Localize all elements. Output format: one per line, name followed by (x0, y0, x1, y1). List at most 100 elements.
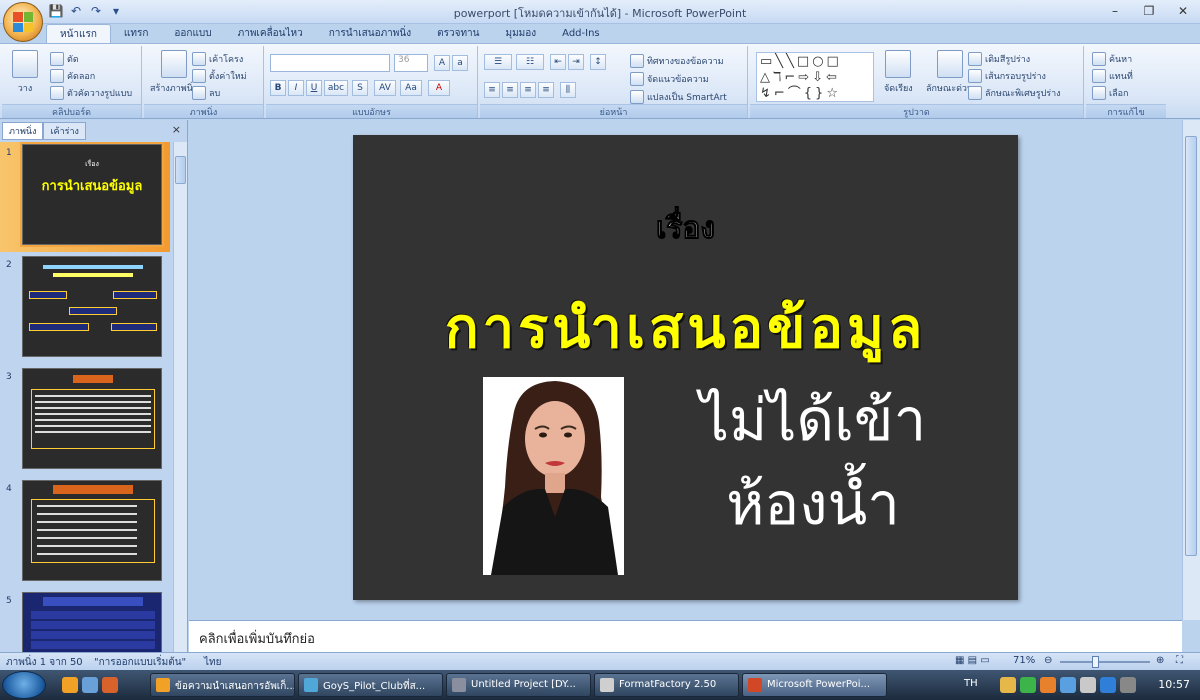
task-firefox[interactable]: ข้อความนำเสนอการอัพเก็... (150, 673, 295, 697)
task-gsp[interactable]: GoyS_Pilot_Clubที่ส... (298, 673, 443, 697)
zoom-in-icon[interactable]: ⊕ (1156, 655, 1164, 666)
tray-icon[interactable] (1120, 677, 1136, 693)
smartart-button[interactable]: แปลงเป็น SmartArt (630, 90, 727, 104)
tab-slideshow[interactable]: การนำเสนอภาพนิ่ง (316, 24, 424, 44)
tab-insert[interactable]: แทรก (111, 24, 161, 44)
increase-indent-icon[interactable]: ⇥ (568, 54, 584, 70)
underline-icon[interactable]: U (306, 80, 322, 96)
tab-addins[interactable]: Add-Ins (549, 24, 612, 44)
user-icon[interactable] (82, 677, 98, 693)
copy-button[interactable]: คัดลอก (50, 69, 95, 83)
tab-animations[interactable]: ภาพเคลื่อนไหว (225, 24, 316, 44)
align-text-button[interactable]: จัดแนวข้อความ (630, 72, 709, 86)
grow-font-icon[interactable]: A (434, 55, 450, 71)
tab-view[interactable]: มุมมอง (493, 24, 550, 44)
align-right-icon[interactable]: ≡ (520, 82, 536, 98)
slide-subtitle[interactable]: เรื่อง (353, 205, 1018, 252)
tab-design[interactable]: ออกแบบ (161, 24, 224, 44)
layout-button[interactable]: เค้าโครง (192, 52, 243, 66)
normal-view-icon[interactable]: ▦ ▤ ▭ (955, 655, 990, 666)
thumbnail-row[interactable]: 2 (0, 254, 170, 364)
shape-fill-button[interactable]: เติมสีรูปร่าง (968, 52, 1030, 66)
format-painter-button[interactable]: ตัวคัดวางรูปแบบ (50, 86, 132, 100)
slide-scrollbar[interactable] (1182, 120, 1200, 620)
current-slide[interactable]: เรื่อง การนำเสนอข้อมูล ไม่ได้เข้า ห้องน้… (353, 135, 1018, 600)
arrange-button[interactable]: จัดเรียง (884, 50, 913, 95)
font-family-combo[interactable] (270, 54, 390, 72)
volume-icon[interactable] (1080, 677, 1096, 693)
tray-icon[interactable] (1020, 677, 1036, 693)
language-indicator[interactable]: TH (964, 678, 978, 689)
tab-review[interactable]: ตรวจทาน (424, 24, 492, 44)
task-powerpoint[interactable]: Microsoft PowerPoi... (742, 673, 887, 697)
slide-thumbnail[interactable] (22, 592, 162, 652)
shrink-font-icon[interactable]: a (452, 55, 468, 71)
tab-outline[interactable]: เค้าร่าง (43, 122, 86, 140)
thumbnail-row[interactable]: 5 (0, 590, 170, 652)
task-formatfactory[interactable]: FormatFactory 2.50 (594, 673, 739, 697)
close-pane-icon[interactable]: × (172, 123, 181, 136)
font-size-combo[interactable]: 36 (394, 54, 428, 72)
columns-icon[interactable]: ⫼ (560, 82, 576, 98)
notes-pane[interactable]: คลิกเพื่อเพิ่มบันทึกย่อ (189, 620, 1182, 652)
overlay-line-1[interactable]: ไม่ได้เข้า (653, 383, 973, 457)
cut-button[interactable]: ตัด (50, 52, 79, 66)
office-button[interactable] (3, 2, 43, 42)
replace-button[interactable]: แทนที่ (1092, 69, 1133, 83)
thumbnail-row[interactable]: 4 (0, 478, 170, 588)
text-direction-button[interactable]: ทิศทางของข้อความ (630, 54, 724, 68)
italic-icon[interactable]: I (288, 80, 304, 96)
overlay-line-2[interactable]: ห้องน้ำ (653, 467, 973, 541)
start-button[interactable] (2, 671, 46, 699)
shape-outline-button[interactable]: เส้นกรอบรูปร่าง (968, 69, 1046, 83)
clock[interactable]: 10:57 (1158, 678, 1190, 691)
reset-button[interactable]: ตั้งค่าใหม่ (192, 69, 247, 83)
line-spacing-icon[interactable]: ↕ (590, 54, 606, 70)
zoom-slider-handle[interactable] (1092, 656, 1099, 668)
delete-slide-button[interactable]: ลบ (192, 86, 220, 100)
fit-window-icon[interactable]: ⛶ (1176, 655, 1183, 666)
minimize-button[interactable]: – (1104, 2, 1126, 20)
align-left-icon[interactable]: ≡ (484, 82, 500, 98)
spacing-icon[interactable]: AV (374, 80, 396, 96)
find-button[interactable]: ค้นหา (1092, 52, 1132, 66)
zoom-out-icon[interactable]: ⊖ (1044, 655, 1052, 666)
thumbnail-row[interactable]: 3 (0, 366, 170, 476)
quick-styles-button[interactable]: ลักษณะด่วน (926, 50, 973, 95)
tray-icon[interactable] (1040, 677, 1056, 693)
shadow-icon[interactable]: S (352, 80, 368, 96)
strikethrough-icon[interactable]: abc (324, 80, 348, 96)
tab-home[interactable]: หน้าแรก (46, 24, 111, 44)
new-slide-button[interactable]: สร้างภาพนิ่ง (150, 50, 197, 95)
select-button[interactable]: เลือก (1092, 86, 1128, 100)
maximize-button[interactable]: ❐ (1138, 2, 1160, 20)
numbering-icon[interactable]: ☷ (516, 54, 544, 70)
slide-thumbnail[interactable] (22, 480, 162, 581)
align-center-icon[interactable]: ≡ (502, 82, 518, 98)
bold-icon[interactable]: B (270, 80, 286, 96)
slide-thumbnail[interactable] (22, 368, 162, 469)
font-color-icon[interactable]: A (428, 80, 450, 96)
task-project[interactable]: Untitled Project [DY... (446, 673, 591, 697)
language-indicator[interactable]: ไทย (204, 655, 221, 670)
theme-name[interactable]: "การออกแบบเริ่มต้น" (94, 655, 186, 670)
slide-thumbnail[interactable] (22, 256, 162, 357)
decrease-indent-icon[interactable]: ⇤ (550, 54, 566, 70)
app-icon[interactable] (102, 677, 118, 693)
shapes-gallery[interactable]: ▭╲╲□○□ △ℸ⌐⇨⇩⇦ ↯⌐⌒{}☆ (756, 52, 874, 102)
tab-slides[interactable]: ภาพนิ่ง (2, 122, 44, 140)
change-case-icon[interactable]: Aa (400, 80, 422, 96)
zoom-level[interactable]: 71% (1013, 655, 1035, 666)
shape-effects-button[interactable]: ลักษณะพิเศษรูปร่าง (968, 86, 1061, 100)
thumbnail-scrollbar[interactable] (173, 142, 187, 652)
bullets-icon[interactable]: ☰ (484, 54, 512, 70)
slide-title[interactable]: การนำเสนอข้อมูล (353, 283, 1018, 372)
bluetooth-icon[interactable] (1100, 677, 1116, 693)
tray-icon[interactable] (1000, 677, 1016, 693)
close-button[interactable]: ✕ (1172, 2, 1194, 20)
justify-icon[interactable]: ≡ (538, 82, 554, 98)
firefox-icon[interactable] (62, 677, 78, 693)
paste-button[interactable]: วาง (12, 50, 38, 95)
zoom-slider[interactable] (1060, 661, 1150, 663)
slide-thumbnail[interactable]: เรื่อง การนำเสนอข้อมูล (20, 142, 164, 247)
